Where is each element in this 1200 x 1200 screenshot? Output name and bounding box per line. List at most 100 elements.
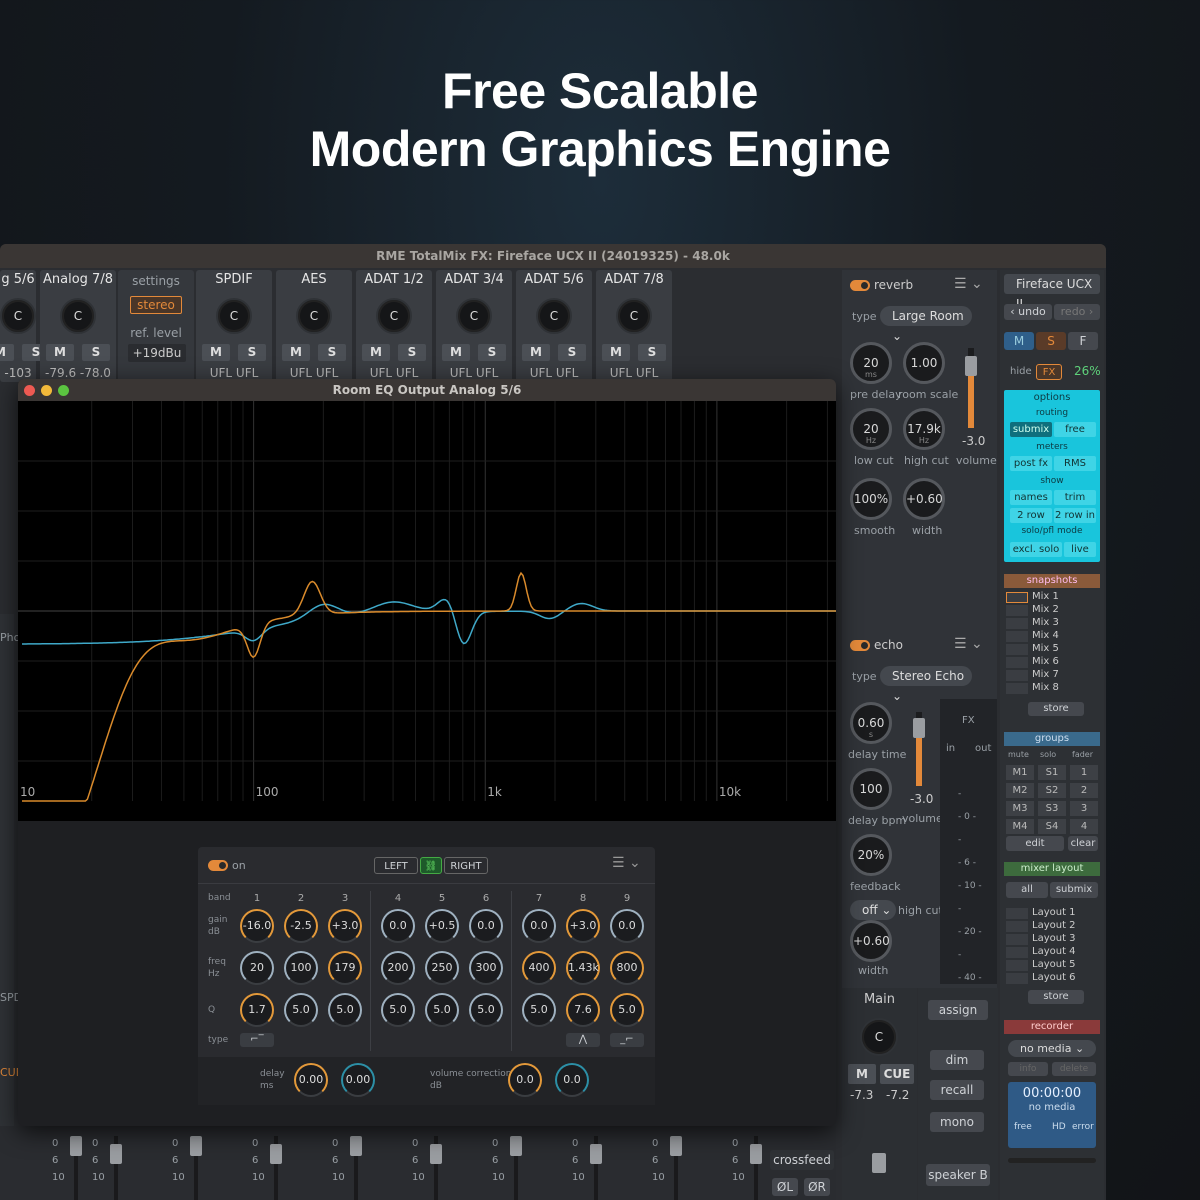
snapshot-slot[interactable] bbox=[1006, 683, 1028, 694]
echo-menu-icon[interactable]: ☰ ⌄ bbox=[954, 636, 983, 652]
ref-level-select[interactable]: +19dBu bbox=[128, 344, 186, 362]
group-button[interactable]: M1 bbox=[1006, 765, 1034, 780]
layout-item[interactable]: Layout 4 bbox=[1032, 946, 1076, 957]
band-q-knob[interactable]: 5.0 bbox=[522, 993, 556, 1027]
band-q-knob[interactable]: 5.0 bbox=[284, 993, 318, 1027]
groups-clear-button[interactable]: clear bbox=[1068, 836, 1098, 851]
channel-solo-button[interactable]: S bbox=[318, 344, 346, 361]
channel-fader[interactable] bbox=[270, 1144, 282, 1164]
live-button[interactable]: live bbox=[1064, 542, 1096, 557]
low-cut-knob[interactable]: 20 Hz bbox=[850, 408, 892, 450]
channel-mute-button[interactable]: M bbox=[46, 344, 74, 361]
channel-solo-button[interactable]: S bbox=[398, 344, 426, 361]
channel-pan-knob[interactable]: C bbox=[536, 298, 572, 334]
channel-fader[interactable] bbox=[510, 1136, 522, 1156]
snapshot-item[interactable]: Mix 8 bbox=[1032, 682, 1059, 693]
submix-button[interactable]: submix bbox=[1010, 422, 1052, 437]
vol-right-knob[interactable]: 0.0 bbox=[555, 1063, 589, 1097]
recorder-position-bar[interactable] bbox=[1008, 1158, 1096, 1163]
hide-fx-button[interactable]: FX bbox=[1036, 364, 1062, 380]
smooth-knob[interactable]: 100% bbox=[850, 478, 892, 520]
main-cue-button[interactable]: CUE bbox=[880, 1064, 914, 1084]
snapshot-item[interactable]: Mix 7 bbox=[1032, 669, 1059, 680]
undo-button[interactable]: ‹ undo bbox=[1004, 304, 1052, 320]
mono-button[interactable]: mono bbox=[930, 1112, 984, 1132]
reverb-menu-icon[interactable]: ☰ ⌄ bbox=[954, 276, 983, 292]
groups-edit-button[interactable]: edit bbox=[1006, 836, 1064, 851]
echo-volume-fader[interactable] bbox=[913, 718, 925, 738]
channel-pan-knob[interactable]: C bbox=[60, 298, 96, 334]
post-fx-button[interactable]: post fx bbox=[1010, 456, 1052, 471]
snapshot-item[interactable]: Mix 3 bbox=[1032, 617, 1059, 628]
layout-item[interactable]: Layout 2 bbox=[1032, 920, 1076, 931]
global-solo-button[interactable]: S bbox=[1036, 332, 1066, 350]
channel-strip[interactable]: Analog 7/8 C M S -79.6 -78.0 bbox=[40, 270, 116, 382]
snapshot-slot[interactable] bbox=[1006, 670, 1028, 681]
echo-toggle[interactable] bbox=[850, 640, 870, 651]
delay-bpm-knob[interactable]: 100 bbox=[850, 768, 892, 810]
channel-mute-button[interactable]: M bbox=[602, 344, 630, 361]
phase-r-button[interactable]: ØR bbox=[804, 1178, 830, 1196]
crossfeed-select[interactable]: crossfeed bbox=[770, 1150, 834, 1170]
feedback-knob[interactable]: 20% bbox=[850, 834, 892, 876]
band-freq-knob[interactable]: 179 bbox=[328, 951, 362, 985]
recorder-delete-button[interactable]: delete bbox=[1052, 1062, 1096, 1076]
snapshot-slot[interactable] bbox=[1006, 644, 1028, 655]
speaker-b-button[interactable]: speaker B bbox=[926, 1164, 990, 1186]
two-row-button[interactable]: 2 row bbox=[1010, 508, 1052, 523]
band-q-knob[interactable]: 5.0 bbox=[469, 993, 503, 1027]
high-cut-knob[interactable]: 17.9k Hz bbox=[903, 408, 945, 450]
redo-button[interactable]: redo › bbox=[1054, 304, 1100, 320]
eq-on-toggle[interactable] bbox=[208, 860, 228, 871]
band-gain-knob[interactable]: +3.0 bbox=[328, 909, 362, 943]
channel-strip[interactable]: ADAT 7/8 C M S UFL UFL bbox=[596, 270, 672, 382]
snapshot-slot[interactable] bbox=[1006, 631, 1028, 642]
maximize-icon[interactable] bbox=[58, 385, 69, 396]
minimize-icon[interactable] bbox=[41, 385, 52, 396]
reverb-volume-fader[interactable] bbox=[965, 356, 977, 376]
band-freq-knob[interactable]: 300 bbox=[469, 951, 503, 985]
main-mute-button[interactable]: M bbox=[848, 1064, 876, 1084]
channel-pan-knob[interactable]: C bbox=[216, 298, 252, 334]
room-scale-knob[interactable]: 1.00 bbox=[903, 342, 945, 384]
snapshot-slot[interactable] bbox=[1006, 592, 1028, 603]
group-button[interactable]: 1 bbox=[1070, 765, 1098, 780]
low-shelf-type-icon[interactable]: ⌐‾ bbox=[240, 1033, 274, 1047]
channel-mute-button[interactable]: M bbox=[0, 344, 14, 361]
delay-time-knob[interactable]: 0.60 s bbox=[850, 702, 892, 744]
channel-pan-knob[interactable]: C bbox=[296, 298, 332, 334]
band-freq-knob[interactable]: 20 bbox=[240, 951, 274, 985]
layout-slot[interactable] bbox=[1006, 960, 1028, 971]
delay-left-knob[interactable]: 0.00 bbox=[294, 1063, 328, 1097]
group-button[interactable]: M3 bbox=[1006, 801, 1034, 816]
channel-solo-button[interactable]: S bbox=[638, 344, 666, 361]
group-button[interactable]: 2 bbox=[1070, 783, 1098, 798]
excl-solo-button[interactable]: excl. solo bbox=[1010, 542, 1062, 557]
channel-pan-knob[interactable]: C bbox=[0, 298, 36, 334]
snapshot-slot[interactable] bbox=[1006, 618, 1028, 629]
group-button[interactable]: S2 bbox=[1038, 783, 1066, 798]
left-channel-button[interactable]: LEFT bbox=[374, 857, 418, 874]
channel-fader[interactable] bbox=[430, 1144, 442, 1164]
band-freq-knob[interactable]: 1.43k bbox=[566, 951, 600, 985]
eq-menu-icon[interactable]: ☰ ⌄ bbox=[612, 855, 641, 871]
band-gain-knob[interactable]: +0.5 bbox=[425, 909, 459, 943]
channel-pan-knob[interactable]: C bbox=[616, 298, 652, 334]
stereo-button[interactable]: stereo bbox=[130, 296, 182, 314]
echo-high-cut-select[interactable]: off ⌄ bbox=[850, 900, 896, 920]
band-gain-knob[interactable]: -16.0 bbox=[240, 909, 274, 943]
snapshot-item[interactable]: Mix 1 bbox=[1032, 591, 1059, 602]
band-q-knob[interactable]: 5.0 bbox=[328, 993, 362, 1027]
channel-strip[interactable]: ADAT 1/2 C M S UFL UFL bbox=[356, 270, 432, 382]
layout-slot[interactable] bbox=[1006, 934, 1028, 945]
peak-type-icon[interactable]: ⋀ bbox=[566, 1033, 600, 1047]
two-row-in-button[interactable]: 2 row in bbox=[1054, 508, 1096, 523]
names-button[interactable]: names bbox=[1010, 490, 1052, 505]
channel-strip[interactable]: ADAT 5/6 C M S UFL UFL bbox=[516, 270, 592, 382]
global-fader-button[interactable]: F bbox=[1068, 332, 1098, 350]
band-q-knob[interactable]: 1.7 bbox=[240, 993, 274, 1027]
channel-strip[interactable]: AES C M S UFL UFL bbox=[276, 270, 352, 382]
phase-l-button[interactable]: ØL bbox=[772, 1178, 798, 1196]
layout-slot[interactable] bbox=[1006, 908, 1028, 919]
layout-item[interactable]: Layout 3 bbox=[1032, 933, 1076, 944]
